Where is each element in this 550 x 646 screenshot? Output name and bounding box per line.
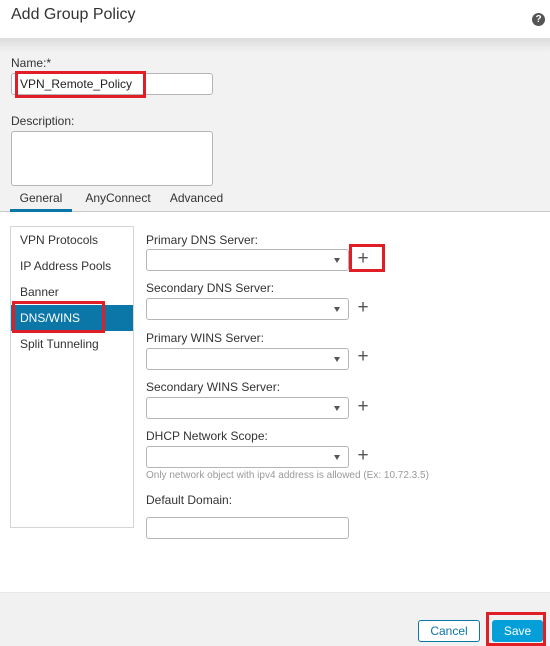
highlight-box-dns-wins — [12, 301, 105, 333]
sidebar-item-vpn-protocols[interactable]: VPN Protocols — [11, 227, 133, 253]
help-icon[interactable]: ? — [532, 13, 545, 26]
cancel-button[interactable]: Cancel — [418, 620, 480, 642]
side-nav: VPN Protocols IP Address Pools Banner DN… — [10, 226, 134, 528]
tab-advanced[interactable]: Advanced — [164, 188, 229, 212]
dialog-title: Add Group Policy — [11, 6, 136, 23]
chevron-down-icon — [334, 258, 340, 263]
sidebar-item-split-tunneling[interactable]: Split Tunneling — [11, 331, 133, 357]
tab-general[interactable]: General — [10, 188, 72, 212]
add-secondary-wins-icon[interactable]: + — [355, 397, 371, 416]
secondary-wins-select[interactable] — [146, 397, 349, 419]
dhcp-scope-select[interactable] — [146, 446, 349, 468]
default-domain-input[interactable] — [146, 517, 349, 539]
dhcp-scope-hint: Only network object with ipv4 address is… — [146, 470, 429, 481]
tab-anyconnect[interactable]: AnyConnect — [72, 188, 164, 212]
highlight-box-add-primary-dns — [349, 244, 385, 272]
chevron-down-icon — [334, 307, 340, 312]
highlight-box-save — [486, 612, 546, 646]
description-label: Description: — [11, 114, 75, 128]
primary-wins-label: Primary WINS Server: — [146, 331, 265, 345]
primary-dns-label: Primary DNS Server: — [146, 233, 259, 247]
default-domain-label: Default Domain: — [146, 493, 233, 507]
dialog-header: Add Group Policy ? — [0, 0, 550, 38]
dhcp-scope-label: DHCP Network Scope: — [146, 429, 268, 443]
highlight-box-name — [15, 71, 146, 98]
secondary-dns-select[interactable] — [146, 298, 349, 320]
add-dhcp-scope-icon[interactable]: + — [355, 446, 371, 465]
chevron-down-icon — [334, 357, 340, 362]
secondary-wins-label: Secondary WINS Server: — [146, 380, 281, 394]
add-primary-wins-icon[interactable]: + — [355, 347, 371, 366]
secondary-dns-label: Secondary DNS Server: — [146, 281, 275, 295]
sidebar-item-ip-address-pools[interactable]: IP Address Pools — [11, 253, 133, 279]
add-secondary-dns-icon[interactable]: + — [355, 298, 371, 317]
description-input[interactable] — [11, 131, 213, 186]
primary-dns-select[interactable] — [146, 249, 349, 271]
tab-bar: General AnyConnect Advanced — [10, 188, 229, 212]
chevron-down-icon — [334, 455, 340, 460]
chevron-down-icon — [334, 406, 340, 411]
primary-wins-select[interactable] — [146, 348, 349, 370]
name-label: Name:* — [11, 56, 52, 70]
